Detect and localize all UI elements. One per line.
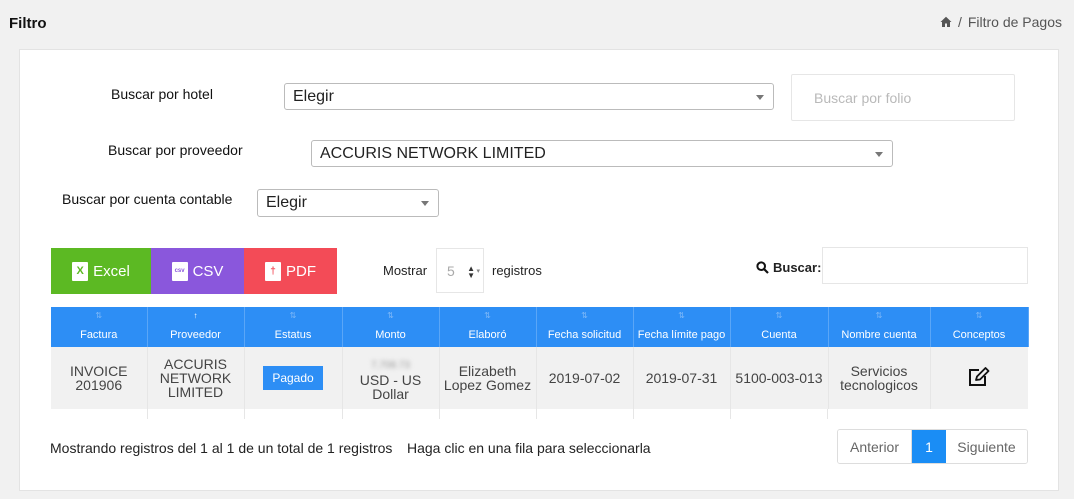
column-header-conceptos[interactable]: ⇅ Conceptos [930, 307, 1029, 347]
column-header-fecha-limite[interactable]: ⇅ Fecha límite pago [633, 307, 731, 347]
folio-search-input[interactable]: Buscar por folio [791, 74, 1015, 121]
payments-table: ⇅ Factura ↑ Proveedor ⇅ Estatus ⇅ Monto ⇅ Ela… [51, 307, 1029, 409]
table-hint: Haga clic en una fila para seleccionarla [407, 440, 651, 456]
table-search-input[interactable] [822, 247, 1028, 284]
pagination-previous-button[interactable]: Anterior [838, 430, 912, 463]
export-csv-label: CSV [192, 262, 224, 280]
breadcrumb: / Filtro de Pagos [940, 14, 1062, 30]
amount-value: 7,708.73 [371, 359, 410, 371]
account-select-value: Elegir [266, 194, 307, 211]
export-pdf-button[interactable]: † PDF [244, 248, 337, 294]
cell-fecha-solicitud: 2019-07-02 [536, 347, 634, 409]
cell-monto: 7,708.73 USD - US Dollar [342, 347, 440, 409]
table-search-label: Buscar: [756, 260, 821, 275]
cell-factura: INVOICE 201906 [51, 347, 148, 409]
records-label: registros [492, 263, 542, 278]
currency-value: USD - US Dollar [359, 371, 422, 402]
csv-file-icon: csv [171, 261, 188, 281]
table-info: Mostrando registros del 1 al 1 de un tot… [50, 440, 393, 456]
home-icon[interactable] [940, 16, 952, 28]
cell-fecha-limite: 2019-07-31 [633, 347, 731, 409]
table-row-stub [51, 409, 828, 419]
column-header-elaboro[interactable]: ⇅ Elaboró [439, 307, 537, 347]
chevron-down-icon [875, 151, 883, 157]
breadcrumb-separator: / [957, 14, 962, 30]
column-header-proveedor[interactable]: ↑ Proveedor [147, 307, 245, 347]
column-header-factura[interactable]: ⇅ Factura [51, 307, 148, 347]
hotel-select-value: Elegir [293, 87, 334, 105]
cell-estatus: Pagado [244, 347, 343, 409]
column-header-nombre-cuenta[interactable]: ⇅ Nombre cuenta [828, 307, 931, 347]
hotel-label: Buscar por hotel [111, 86, 213, 102]
account-select[interactable]: Elegir [257, 189, 439, 217]
chevron-down-icon [421, 201, 429, 206]
sort-icon: ⇅ [581, 311, 588, 320]
sort-icon: ⇅ [875, 311, 883, 320]
hotel-select[interactable]: Elegir [284, 83, 774, 110]
pagination: Anterior 1 Siguiente [837, 429, 1028, 464]
column-header-estatus[interactable]: ⇅ Estatus [244, 307, 343, 347]
column-header-cuenta[interactable]: ⇅ Cuenta [730, 307, 829, 347]
sort-icon: ⇅ [95, 311, 103, 320]
export-excel-button[interactable]: X Excel [51, 248, 151, 294]
export-excel-label: Excel [93, 262, 130, 280]
table-row[interactable]: INVOICE 201906 ACCURIS NETWORK LIMITED P… [51, 347, 1028, 409]
cell-elaboro: Elizabeth Lopez Gomez [439, 347, 537, 409]
table-header-row: ⇅ Factura ↑ Proveedor ⇅ Estatus ⇅ Monto ⇅ Ela… [51, 307, 1029, 347]
status-badge: Pagado [263, 366, 323, 390]
pagination-page-1[interactable]: 1 [912, 430, 946, 463]
sort-icon: ⇅ [289, 311, 297, 320]
account-label: Buscar por cuenta contable [62, 191, 233, 207]
entries-length-value: 5 [447, 262, 455, 279]
export-csv-button[interactable]: csv CSV [151, 248, 244, 294]
entries-length-select[interactable]: 5 ▲ ▼ ▾ [436, 248, 484, 293]
sort-icon: ⇅ [484, 311, 491, 320]
show-entries-label: Mostrar [383, 263, 428, 278]
provider-select-value: ACCURIS NETWORK LIMITED [320, 144, 546, 162]
pdf-file-icon: † [265, 261, 281, 281]
chevron-down-icon: ▾ [476, 268, 480, 275]
table-search-label-text: Buscar: [773, 260, 822, 275]
excel-file-icon: X [72, 261, 89, 281]
sort-icon: ⇅ [775, 311, 783, 320]
provider-select[interactable]: ACCURIS NETWORK LIMITED [311, 140, 893, 167]
cell-proveedor: ACCURIS NETWORK LIMITED [147, 347, 245, 409]
column-header-fecha-solicitud[interactable]: ⇅ Fecha solicitud [536, 307, 634, 347]
cell-cuenta: 5100-003-013 [730, 347, 829, 409]
folio-placeholder: Buscar por folio [814, 89, 912, 106]
column-header-monto[interactable]: ⇅ Monto [342, 307, 440, 347]
filter-card: Buscar por hotel Elegir Buscar por folio… [19, 49, 1059, 491]
sort-icon: ⇅ [678, 311, 685, 320]
sort-icon: ⇅ [975, 311, 983, 320]
updown-icon: ▲ ▼ [467, 264, 475, 280]
edit-icon[interactable] [968, 367, 990, 387]
chevron-down-icon [756, 94, 764, 100]
cell-nombre-cuenta: Servicios tecnologicos [828, 347, 931, 409]
provider-label: Buscar por proveedor [108, 142, 243, 158]
search-icon [756, 261, 769, 274]
cell-conceptos [930, 347, 1028, 409]
sort-asc-icon: ↑ [193, 311, 198, 320]
pagination-next-button[interactable]: Siguiente [946, 430, 1027, 463]
export-pdf-label: PDF [286, 262, 316, 280]
page-title: Filtro [9, 15, 47, 32]
sort-icon: ⇅ [387, 311, 394, 320]
breadcrumb-current: Filtro de Pagos [967, 14, 1062, 30]
